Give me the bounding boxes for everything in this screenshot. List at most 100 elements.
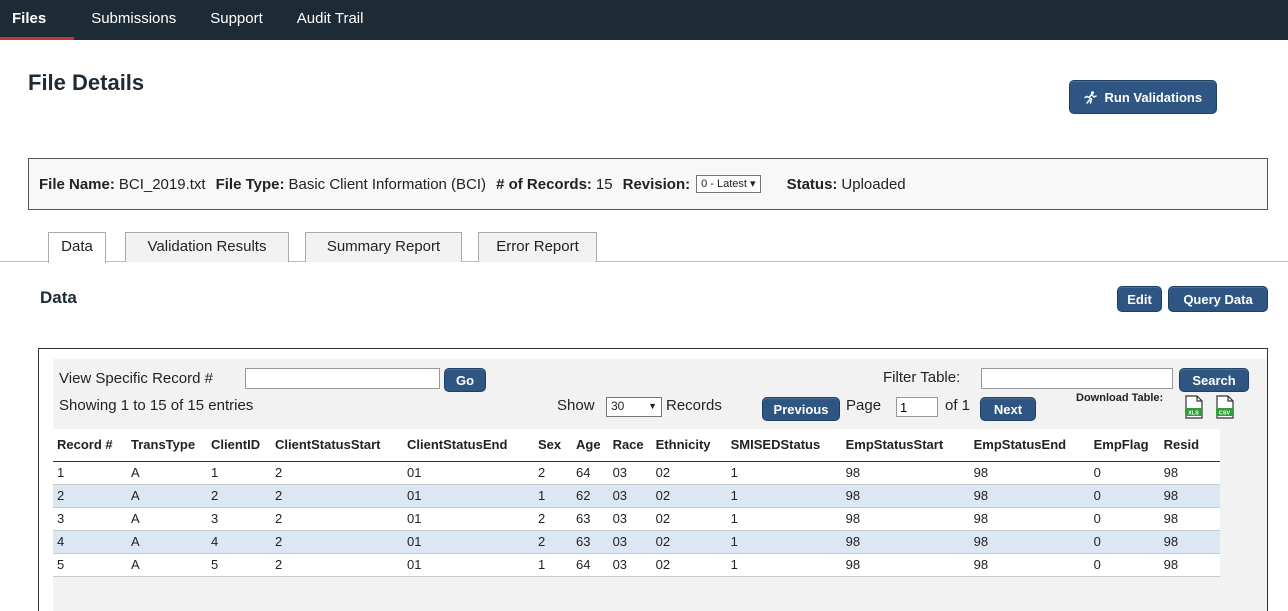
column-header[interactable]: Record # <box>53 429 127 462</box>
column-header[interactable]: ClientID <box>207 429 271 462</box>
table-cell: 2 <box>534 530 572 554</box>
table-cell: 5 <box>207 553 271 577</box>
table-cell: 3 <box>53 507 127 531</box>
previous-button[interactable]: Previous <box>762 397 840 421</box>
query-data-button[interactable]: Query Data <box>1168 286 1268 312</box>
file-type-label: File Type: <box>215 175 285 193</box>
table-cell: 2 <box>271 461 403 485</box>
table-cell: 03 <box>608 507 652 531</box>
table-cell: 0 <box>1089 461 1160 485</box>
table-cell: 1 <box>726 484 842 508</box>
page-title: File Details <box>28 70 145 95</box>
table-row[interactable]: 5 A 5 2 01 1 64 03 02 1 98 98 0 98 <box>53 553 1220 577</box>
table-cell: 63 <box>572 507 609 531</box>
nav-files[interactable]: Files <box>0 0 75 40</box>
table-cell: 03 <box>608 461 652 485</box>
page-number-input[interactable] <box>896 397 938 417</box>
table-cell: 01 <box>403 461 534 485</box>
view-record-label: View Specific Record # <box>59 370 213 387</box>
table-cell: 2 <box>534 507 572 531</box>
show-records-select[interactable]: 30 ▼ <box>606 397 662 417</box>
table-cell: 62 <box>572 484 609 508</box>
table-header-row: Record # TransType ClientID ClientStatusSta… <box>53 429 1220 462</box>
search-button[interactable]: Search <box>1179 368 1249 392</box>
table-cell: 1 <box>726 507 842 531</box>
table-cell: 98 <box>969 507 1090 531</box>
table-cell: 3 <box>207 507 271 531</box>
table-cell: 1 <box>207 461 271 485</box>
tab-error-report[interactable]: Error Report <box>478 232 597 262</box>
table-cell: 1 <box>726 530 842 554</box>
column-header[interactable]: Age <box>572 429 609 462</box>
table-cell: A <box>127 484 207 508</box>
table-cell: 98 <box>1159 461 1220 485</box>
table-cell: 98 <box>841 507 970 531</box>
table-cell: 98 <box>969 553 1090 577</box>
column-header[interactable]: EmpStatusEnd <box>969 429 1090 462</box>
next-button[interactable]: Next <box>980 397 1036 421</box>
table-row[interactable]: 1 A 1 2 01 2 64 03 02 1 98 98 0 98 <box>53 461 1220 485</box>
records-label: # of Records: <box>496 175 592 193</box>
edit-button[interactable]: Edit <box>1117 286 1162 312</box>
table-cell: A <box>127 507 207 531</box>
table-cell: 98 <box>841 530 970 554</box>
xls-download-icon[interactable]: XLS <box>1184 395 1204 424</box>
column-header[interactable]: EmpStatusStart <box>841 429 970 462</box>
table-cell: 02 <box>651 484 727 508</box>
table-cell: 0 <box>1089 507 1160 531</box>
table-cell: 98 <box>841 553 970 577</box>
table-cell: A <box>127 553 207 577</box>
table-cell: 98 <box>1159 530 1220 554</box>
run-validations-label: Run Validations <box>1104 89 1203 105</box>
csv-download-icon[interactable]: CSV <box>1215 395 1235 424</box>
table-cell: 0 <box>1089 484 1160 508</box>
nav-submissions[interactable]: Submissions <box>74 0 193 40</box>
run-validations-button[interactable]: Run Validations <box>1069 80 1217 114</box>
download-table-label: Download Table: <box>1076 392 1164 404</box>
table-cell: 2 <box>271 553 403 577</box>
table-cell: 0 <box>1089 553 1160 577</box>
section-title: Data <box>40 288 77 307</box>
show-records-value: 30 <box>611 399 625 413</box>
filter-input[interactable] <box>981 368 1173 389</box>
column-header[interactable]: Resid <box>1159 429 1220 462</box>
file-type-value: Basic Client Information (BCI) <box>288 175 487 193</box>
nav-support[interactable]: Support <box>193 0 280 40</box>
column-header[interactable]: SMISEDStatus <box>726 429 842 462</box>
table-cell: 1 <box>726 553 842 577</box>
table-cell: 2 <box>53 484 127 508</box>
records-label: Records <box>666 397 722 414</box>
table-cell: 4 <box>207 530 271 554</box>
column-header[interactable]: Race <box>608 429 652 462</box>
table-cell: 98 <box>969 530 1090 554</box>
table-cell: 5 <box>53 553 127 577</box>
nav-audit-trail[interactable]: Audit Trail <box>280 0 381 40</box>
revision-select[interactable]: 0 - Latest ▾ <box>696 175 761 193</box>
table-cell: 2 <box>271 530 403 554</box>
table-row[interactable]: 3 A 3 2 01 2 63 03 02 1 98 98 0 98 <box>53 507 1220 531</box>
tab-validation-results[interactable]: Validation Results <box>125 232 289 262</box>
column-header[interactable]: ClientStatusEnd <box>403 429 534 462</box>
tab-bar: Data Validation Results Summary Report E… <box>0 232 1288 263</box>
status-label: Status: <box>786 175 838 193</box>
table-cell: 02 <box>651 553 727 577</box>
table-row[interactable]: 4 A 4 2 01 2 63 03 02 1 98 98 0 98 <box>53 530 1220 554</box>
column-header[interactable]: Sex <box>534 429 572 462</box>
tab-summary-report[interactable]: Summary Report <box>305 232 462 262</box>
go-button[interactable]: Go <box>444 368 486 392</box>
column-header[interactable]: ClientStatusStart <box>271 429 403 462</box>
table-cell: 63 <box>572 530 609 554</box>
table-cell: 64 <box>572 553 609 577</box>
table-cell: 1 <box>534 484 572 508</box>
filter-label: Filter Table: <box>883 369 961 386</box>
view-record-input[interactable] <box>245 368 440 389</box>
column-header[interactable]: Ethnicity <box>651 429 727 462</box>
table-cell: 2 <box>271 484 403 508</box>
table-cell: 01 <box>403 553 534 577</box>
column-header[interactable]: EmpFlag <box>1089 429 1160 462</box>
page-total-text: of 1 <box>945 397 971 414</box>
column-header[interactable]: TransType <box>127 429 207 462</box>
file-name-value: BCI_2019.txt <box>118 175 206 193</box>
tab-data[interactable]: Data <box>48 232 106 263</box>
table-row[interactable]: 2 A 2 2 01 1 62 03 02 1 98 98 0 98 <box>53 484 1220 508</box>
